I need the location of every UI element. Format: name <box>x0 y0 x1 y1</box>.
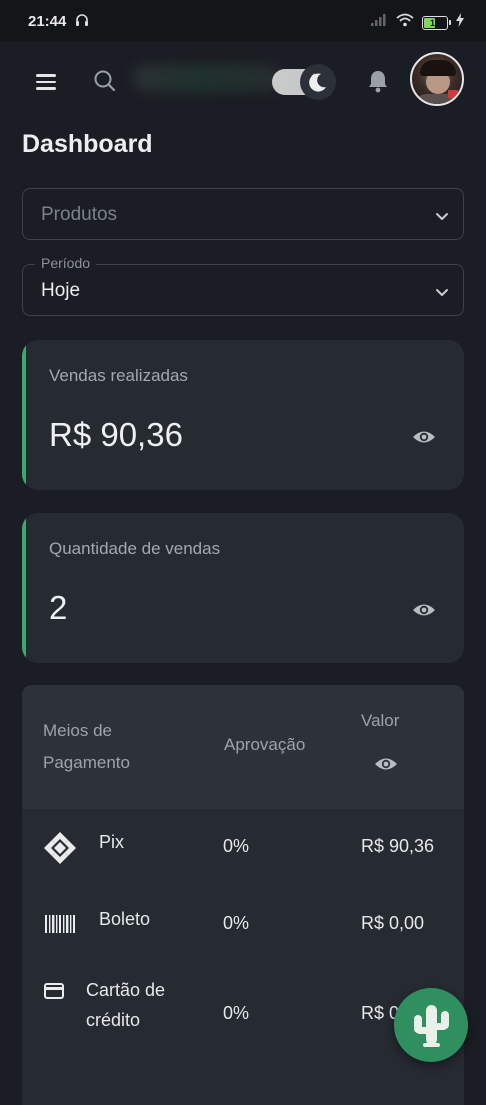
hamburger-icon <box>36 74 56 77</box>
search-field-blurred[interactable] <box>132 64 282 92</box>
battery-icon: 17 <box>422 15 451 30</box>
cactus-icon <box>414 1005 449 1047</box>
cactus-chat-button[interactable] <box>394 988 468 1062</box>
eye-icon[interactable] <box>374 755 398 773</box>
payment-method-name-line1: Cartão de <box>86 980 166 1000</box>
avatar[interactable] <box>410 52 464 106</box>
bell-icon <box>369 71 387 93</box>
sales-card-label: Vendas realizadas <box>49 366 188 385</box>
hamburger-line <box>36 87 56 90</box>
quantity-card-label: Quantidade de vendas <box>49 539 221 558</box>
eye-icon[interactable] <box>412 428 436 446</box>
products-select-placeholder: Produtos <box>41 204 118 225</box>
sales-card-value: R$ 90,36 <box>49 416 183 453</box>
sales-card: Vendas realizadas R$ 90,36 <box>22 340 464 490</box>
theme-toggle[interactable] <box>270 64 340 100</box>
status-icons: 17 <box>370 13 464 32</box>
period-select[interactable]: Período Hoje <box>22 255 464 316</box>
table-header: Meios de Pagamento Aprovação Valor <box>22 685 464 809</box>
moon-icon <box>300 64 336 100</box>
search-icon <box>94 70 116 92</box>
payment-method-name: Pix <box>99 832 125 852</box>
eye-icon[interactable] <box>412 601 436 619</box>
hamburger-line <box>36 80 56 84</box>
status-bar: 21:44 17 <box>0 0 486 42</box>
column-header-method-line2: Pagamento <box>43 753 130 772</box>
payment-method-name-line2: crédito <box>86 1010 141 1030</box>
period-select-label: Período <box>35 255 97 271</box>
payment-method-name: Cartão de crédito <box>86 975 165 1035</box>
chevron-down-icon <box>435 285 449 303</box>
column-header-approval: Aprovação <box>224 735 306 754</box>
payment-method-name: Boleto <box>99 909 151 929</box>
payment-value: R$ 0,00 <box>361 913 425 933</box>
signal-icon <box>370 13 388 32</box>
charging-icon <box>456 13 464 32</box>
barcode-icon <box>44 913 76 940</box>
quantity-card-value: 2 <box>49 589 68 626</box>
period-select-value: Hoje <box>41 280 81 301</box>
headset-icon <box>74 12 90 33</box>
table-row: Pix 0% R$ 90,36 <box>22 812 464 882</box>
page-title: Dashboard <box>22 130 153 158</box>
chevron-down-icon <box>435 209 449 227</box>
notifications-button[interactable] <box>364 66 392 96</box>
wifi-icon <box>396 13 414 32</box>
payment-value: R$ 90,36 <box>361 836 435 856</box>
payment-approval: 0% <box>223 836 250 856</box>
column-header-value: Valor <box>361 711 400 730</box>
menu-button[interactable] <box>24 64 68 100</box>
table-row: Boleto 0% R$ 0,00 <box>22 889 464 959</box>
column-header-method: Meios de Pagamento <box>43 715 173 779</box>
battery-level: 17 <box>429 17 440 28</box>
search-button[interactable] <box>90 66 120 96</box>
pix-icon <box>42 830 78 871</box>
column-header-method-line1: Meios de <box>43 721 112 740</box>
quantity-card: Quantidade de vendas 2 <box>22 513 464 663</box>
top-app-bar <box>0 42 486 118</box>
products-select[interactable]: Produtos <box>22 188 464 240</box>
avatar-hair <box>420 60 456 76</box>
payment-approval: 0% <box>223 913 250 933</box>
credit-card-icon <box>44 983 64 1004</box>
payment-approval: 0% <box>223 1003 250 1023</box>
status-time: 21:44 <box>28 13 67 30</box>
avatar-accent <box>448 90 458 98</box>
